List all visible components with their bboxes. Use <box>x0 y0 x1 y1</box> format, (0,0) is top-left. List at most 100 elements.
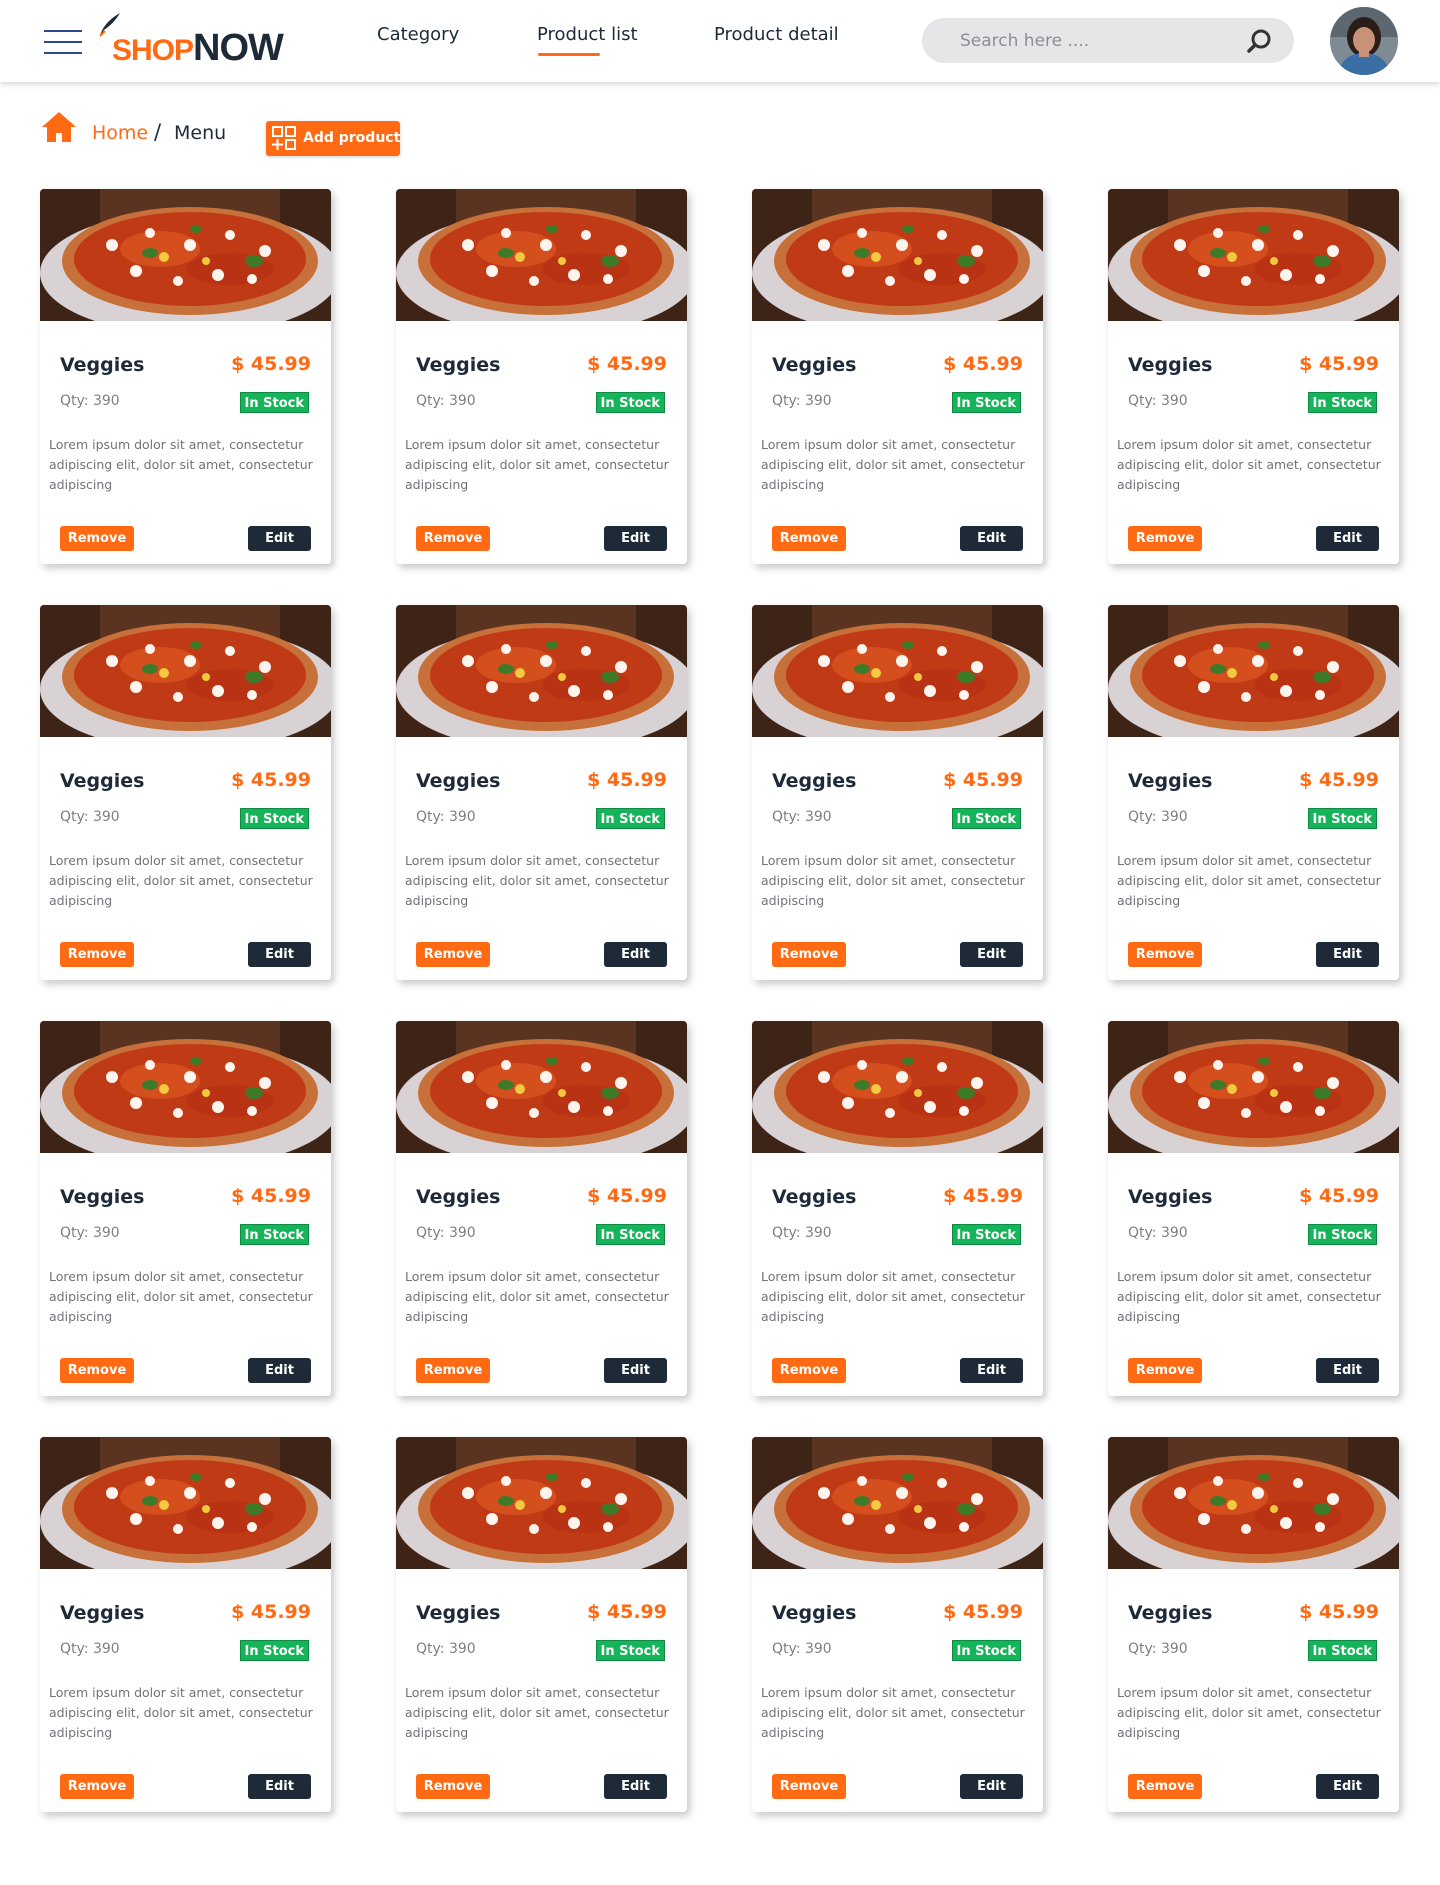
edit-button[interactable]: Edit <box>1316 1774 1379 1799</box>
edit-button[interactable]: Edit <box>960 1358 1023 1383</box>
edit-button[interactable]: Edit <box>604 526 667 551</box>
edit-button[interactable]: Edit <box>960 526 1023 551</box>
product-card[interactable]: Veggies $ 45.99 Qty: 390 In Stock Lorem … <box>1108 1437 1399 1812</box>
product-card[interactable]: Veggies $ 45.99 Qty: 390 In Stock Lorem … <box>752 189 1043 564</box>
remove-button[interactable]: Remove <box>416 1358 490 1383</box>
remove-button[interactable]: Remove <box>1128 1358 1202 1383</box>
product-image[interactable] <box>396 1021 687 1153</box>
product-image[interactable] <box>396 189 687 321</box>
remove-button[interactable]: Remove <box>772 1358 846 1383</box>
product-card[interactable]: Veggies $ 45.99 Qty: 390 In Stock Lorem … <box>40 1021 331 1396</box>
product-image[interactable] <box>396 605 687 737</box>
product-name: Veggies <box>60 1602 145 1624</box>
product-card[interactable]: Veggies $ 45.99 Qty: 390 In Stock Lorem … <box>396 1021 687 1396</box>
pizza-image <box>1108 189 1399 321</box>
product-image[interactable] <box>1108 605 1399 737</box>
product-image[interactable] <box>40 189 331 321</box>
user-avatar[interactable] <box>1330 7 1398 75</box>
product-card[interactable]: Veggies $ 45.99 Qty: 390 In Stock Lorem … <box>1108 189 1399 564</box>
pizza-image <box>396 1021 687 1153</box>
remove-button[interactable]: Remove <box>416 942 490 967</box>
pizza-image <box>396 605 687 737</box>
edit-button[interactable]: Edit <box>604 942 667 967</box>
remove-button[interactable]: Remove <box>1128 1774 1202 1799</box>
edit-button[interactable]: Edit <box>248 942 311 967</box>
remove-button[interactable]: Remove <box>1128 526 1202 551</box>
nav-product-list[interactable]: Product list <box>537 24 638 45</box>
product-card[interactable]: Veggies $ 45.99 Qty: 390 In Stock Lorem … <box>752 1021 1043 1396</box>
product-name: Veggies <box>416 770 501 792</box>
product-quantity: Qty: 390 <box>416 1225 476 1241</box>
product-image[interactable] <box>40 1021 331 1153</box>
add-product-button[interactable]: Add product <box>266 121 400 156</box>
remove-button[interactable]: Remove <box>772 1774 846 1799</box>
edit-button[interactable]: Edit <box>960 942 1023 967</box>
nav-category[interactable]: Category <box>377 24 459 45</box>
product-image[interactable] <box>1108 189 1399 321</box>
stock-status-badge: In Stock <box>951 808 1021 829</box>
edit-button[interactable]: Edit <box>1316 1358 1379 1383</box>
product-price: $ 45.99 <box>587 1601 667 1623</box>
product-image[interactable] <box>752 605 1043 737</box>
edit-button[interactable]: Edit <box>604 1358 667 1383</box>
search-input[interactable] <box>960 18 1240 63</box>
product-image[interactable] <box>752 189 1043 321</box>
nav-product-detail[interactable]: Product detail <box>714 24 839 45</box>
stock-status-badge: In Stock <box>239 1640 309 1661</box>
edit-button[interactable]: Edit <box>248 1774 311 1799</box>
edit-button[interactable]: Edit <box>248 526 311 551</box>
edit-button[interactable]: Edit <box>960 1774 1023 1799</box>
product-image[interactable] <box>396 1437 687 1569</box>
product-card[interactable]: Veggies $ 45.99 Qty: 390 In Stock Lorem … <box>40 605 331 980</box>
edit-button[interactable]: Edit <box>248 1358 311 1383</box>
product-card[interactable]: Veggies $ 45.99 Qty: 390 In Stock Lorem … <box>752 605 1043 980</box>
pizza-image <box>40 1021 331 1153</box>
edit-button[interactable]: Edit <box>604 1774 667 1799</box>
product-card[interactable]: Veggies $ 45.99 Qty: 390 In Stock Lorem … <box>396 1437 687 1812</box>
stock-status-badge: In Stock <box>595 808 665 829</box>
product-quantity: Qty: 390 <box>416 393 476 409</box>
home-icon[interactable] <box>40 110 78 144</box>
product-image[interactable] <box>1108 1021 1399 1153</box>
edit-button[interactable]: Edit <box>1316 942 1379 967</box>
product-card[interactable]: Veggies $ 45.99 Qty: 390 In Stock Lorem … <box>40 1437 331 1812</box>
product-card[interactable]: Veggies $ 45.99 Qty: 390 In Stock Lorem … <box>40 189 331 564</box>
remove-button[interactable]: Remove <box>416 526 490 551</box>
remove-button[interactable]: Remove <box>60 942 134 967</box>
breadcrumb-home[interactable]: Home <box>92 122 148 144</box>
product-card[interactable]: Veggies $ 45.99 Qty: 390 In Stock Lorem … <box>752 1437 1043 1812</box>
edit-button[interactable]: Edit <box>1316 526 1379 551</box>
product-card[interactable]: Veggies $ 45.99 Qty: 390 In Stock Lorem … <box>1108 1021 1399 1396</box>
product-quantity: Qty: 390 <box>1128 393 1188 409</box>
product-image[interactable] <box>752 1437 1043 1569</box>
pizza-image <box>1108 605 1399 737</box>
stock-status-badge: In Stock <box>239 808 309 829</box>
product-price: $ 45.99 <box>231 353 311 375</box>
product-price: $ 45.99 <box>943 353 1023 375</box>
remove-button[interactable]: Remove <box>60 526 134 551</box>
remove-button[interactable]: Remove <box>772 526 846 551</box>
hamburger-menu-icon[interactable] <box>44 30 82 54</box>
product-price: $ 45.99 <box>231 769 311 791</box>
product-price: $ 45.99 <box>943 769 1023 791</box>
remove-button[interactable]: Remove <box>772 942 846 967</box>
shopnow-logo[interactable]: SHOPNOW <box>96 10 284 68</box>
product-card[interactable]: Veggies $ 45.99 Qty: 390 In Stock Lorem … <box>396 605 687 980</box>
remove-button[interactable]: Remove <box>1128 942 1202 967</box>
search-icon[interactable] <box>1246 28 1272 54</box>
remove-button[interactable]: Remove <box>60 1774 134 1799</box>
product-description: Lorem ipsum dolor sit amet, consectetur … <box>1117 1269 1381 1324</box>
stock-status-badge: In Stock <box>1307 1224 1377 1245</box>
remove-button[interactable]: Remove <box>60 1358 134 1383</box>
active-nav-underline <box>538 53 600 56</box>
product-card[interactable]: Veggies $ 45.99 Qty: 390 In Stock Lorem … <box>1108 605 1399 980</box>
product-image[interactable] <box>40 605 331 737</box>
product-image[interactable] <box>752 1021 1043 1153</box>
pizza-image <box>752 1437 1043 1569</box>
product-quantity: Qty: 390 <box>416 1641 476 1657</box>
remove-button[interactable]: Remove <box>416 1774 490 1799</box>
product-card[interactable]: Veggies $ 45.99 Qty: 390 In Stock Lorem … <box>396 189 687 564</box>
product-image[interactable] <box>40 1437 331 1569</box>
product-description: Lorem ipsum dolor sit amet, consectetur … <box>1117 437 1381 492</box>
product-image[interactable] <box>1108 1437 1399 1569</box>
